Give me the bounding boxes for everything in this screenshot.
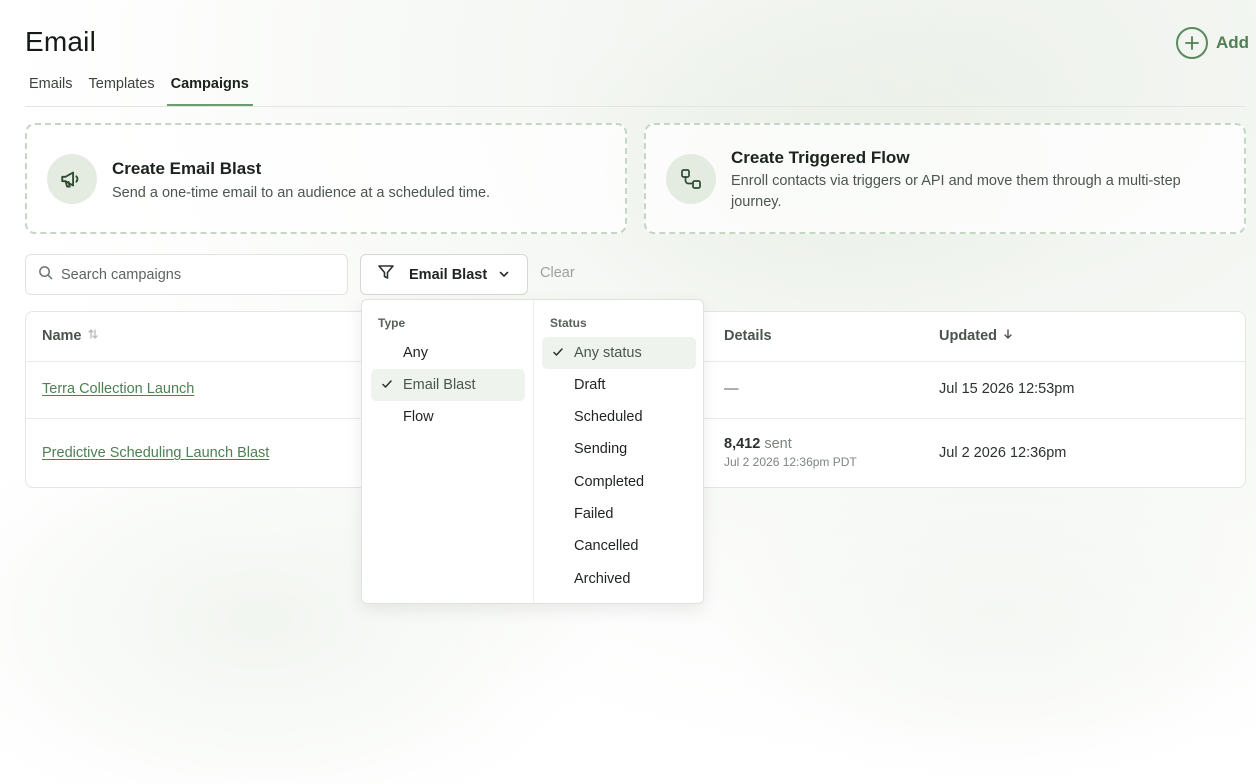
menu-divider [533,300,534,603]
option-label: Completed [574,474,645,490]
column-header-details: Details [724,328,772,344]
search-box [25,254,348,295]
campaign-name-link[interactable]: Predictive Scheduling Launch Blast [42,445,269,461]
clear-filters-button[interactable]: Clear [540,265,575,281]
check-icon [381,378,393,394]
plus-icon [1176,27,1208,59]
search-icon [38,265,53,285]
option-label: Flow [403,409,434,425]
status-option-scheduled[interactable]: Scheduled [542,401,696,433]
option-label: Any status [574,345,642,361]
column-header-updated[interactable]: Updated [939,328,1014,344]
column-header-name[interactable]: Name [42,328,99,344]
option-label: Any [403,345,428,361]
chevron-down-icon [497,267,511,286]
sent-label: sent [764,436,792,452]
type-heading: Type [378,316,406,330]
check-icon [552,346,564,362]
filter-label: Email Blast [409,266,488,283]
type-option-email-blast[interactable]: Email Blast [371,369,525,401]
tab-emails[interactable]: Emails [25,66,77,106]
filter-icon [377,263,395,286]
sent-count: 8,412 [724,436,761,452]
status-option-failed[interactable]: Failed [542,498,696,530]
card-description: Enroll contacts via triggers or API and … [731,173,1181,210]
megaphone-icon [47,154,97,204]
column-header-label: Name [42,328,82,344]
tab-campaigns[interactable]: Campaigns [166,66,253,106]
option-label: Cancelled [574,538,639,554]
filter-dropdown-menu: Type Any Email Blast Flow Status Any sta… [361,299,704,604]
column-header-label: Details [724,328,772,344]
option-label: Scheduled [574,409,643,425]
status-heading: Status [550,316,587,330]
option-label: Sending [574,441,628,457]
option-label: Email Blast [403,377,476,393]
create-email-blast-card[interactable]: Create Email Blast Send a one-time email… [25,123,627,234]
sort-icon [87,328,99,344]
details-cell: — [724,381,739,397]
card-title: Create Triggered Flow [731,148,910,167]
status-option-any-status[interactable]: Any status [542,337,696,369]
sort-descending-icon [1002,328,1014,344]
card-description: Send a one-time email to an audience at … [112,185,491,201]
tab-bar: Emails Templates Campaigns [25,66,1246,107]
add-button-label: Add [1216,33,1250,52]
column-header-label: Updated [939,328,997,344]
status-option-cancelled[interactable]: Cancelled [542,530,696,562]
type-option-flow[interactable]: Flow [371,401,525,433]
option-label: Failed [574,506,614,522]
campaign-name-link[interactable]: Terra Collection Launch [42,381,194,397]
status-option-sending[interactable]: Sending [542,433,696,465]
status-option-completed[interactable]: Completed [542,466,696,498]
type-option-any[interactable]: Any [371,337,525,369]
filter-dropdown-button[interactable]: Email Blast [360,254,528,295]
option-label: Draft [574,377,606,393]
page-title: Email [25,26,97,57]
add-button[interactable]: Add [1176,27,1249,59]
updated-cell: Jul 15 2026 12:53pm [939,381,1075,397]
tab-templates[interactable]: Templates [85,66,159,106]
status-option-archived[interactable]: Archived [542,563,696,595]
updated-cell: Jul 2 2026 12:36pm [939,445,1067,461]
details-cell: 8,412 sent Jul 2 2026 12:36pm PDT [724,436,857,469]
sent-timestamp: Jul 2 2026 12:36pm PDT [724,455,857,469]
create-triggered-flow-card[interactable]: Create Triggered Flow Enroll contacts vi… [644,123,1246,234]
option-label: Archived [574,571,631,587]
search-input[interactable] [61,266,331,283]
card-title: Create Email Blast [112,159,262,178]
status-option-draft[interactable]: Draft [542,369,696,401]
flow-icon [666,154,716,204]
